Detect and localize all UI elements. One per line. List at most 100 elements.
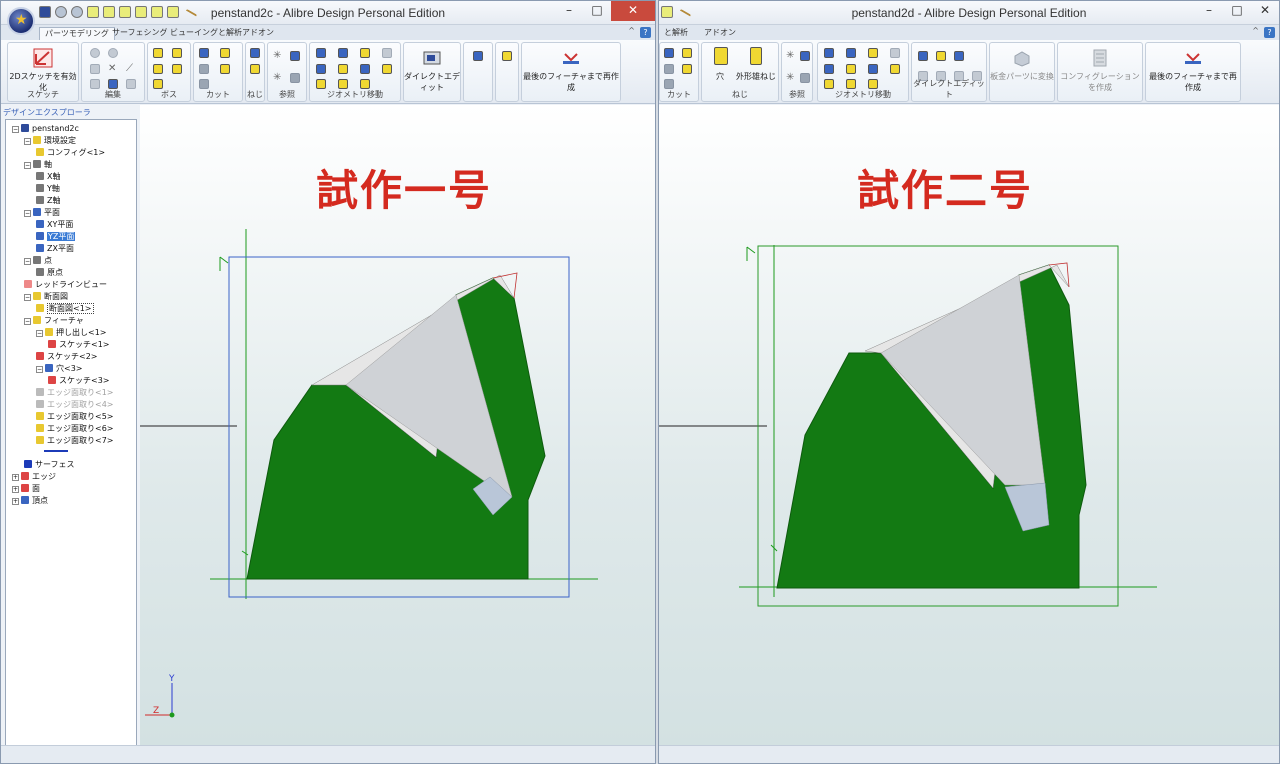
tree-item[interactable]: − 点 bbox=[24, 256, 52, 266]
scale-icon[interactable] bbox=[382, 48, 392, 58]
collapse-icon[interactable]: − bbox=[12, 126, 19, 133]
tree-item[interactable]: − 環境設定 bbox=[24, 136, 76, 146]
edit-icon[interactable]: ⟋ bbox=[126, 64, 136, 74]
tab-addon[interactable]: アドオン bbox=[699, 27, 741, 40]
tab-viewing-analysis[interactable]: と解析 bbox=[659, 27, 693, 40]
tree-item[interactable]: レッドラインビュー bbox=[24, 280, 107, 290]
help-icon[interactable]: ? bbox=[640, 27, 651, 38]
feature-icon[interactable] bbox=[473, 51, 483, 61]
collapse-icon[interactable]: − bbox=[24, 294, 31, 301]
plane-icon[interactable] bbox=[290, 51, 300, 61]
pattern-icon[interactable] bbox=[316, 64, 326, 74]
rebuild-icon[interactable] bbox=[1183, 48, 1203, 68]
external-thread-button[interactable]: 外形雄ねじ bbox=[734, 71, 778, 82]
grid-icon[interactable] bbox=[316, 79, 326, 89]
axis-icon[interactable]: ✳ bbox=[273, 73, 283, 83]
app-orb-icon[interactable] bbox=[7, 7, 35, 35]
tree-item[interactable]: − 押し出し<1> bbox=[36, 328, 107, 338]
sketch-icon[interactable] bbox=[33, 48, 53, 68]
split-icon[interactable] bbox=[338, 79, 348, 89]
gear-icon[interactable] bbox=[108, 48, 118, 58]
tree-item[interactable]: − 平面 bbox=[24, 208, 60, 218]
tab-surfacing[interactable]: サーフェシング bbox=[107, 27, 173, 40]
linear-pattern-icon[interactable] bbox=[338, 64, 348, 74]
sweep-cut-icon[interactable] bbox=[199, 64, 209, 74]
tree-item[interactable]: スケッチ<1> bbox=[48, 340, 110, 350]
collapse-icon[interactable]: − bbox=[24, 318, 31, 325]
circular-pattern-icon[interactable] bbox=[360, 64, 370, 74]
loft-cut-icon[interactable] bbox=[220, 64, 230, 74]
expand-icon[interactable]: + bbox=[12, 498, 19, 505]
collapse-icon[interactable]: − bbox=[36, 330, 43, 337]
tree-item[interactable]: − penstand2c bbox=[12, 124, 79, 134]
circular-pattern-icon[interactable] bbox=[868, 64, 878, 74]
collapse-icon[interactable]: − bbox=[24, 138, 31, 145]
tree-item[interactable]: コンフィグ<1> bbox=[36, 148, 105, 158]
ribbon-minimize-icon[interactable]: ^ bbox=[628, 26, 635, 35]
collapse-icon[interactable]: − bbox=[24, 258, 31, 265]
revolve-cut-icon[interactable] bbox=[220, 48, 230, 58]
collapse-icon[interactable]: − bbox=[36, 366, 43, 373]
linear-pattern-icon[interactable] bbox=[846, 64, 856, 74]
maximize-icon[interactable]: □ bbox=[1223, 1, 1251, 21]
scale-icon[interactable] bbox=[890, 48, 900, 58]
csys-icon[interactable] bbox=[800, 73, 810, 83]
close-icon[interactable]: ✕ bbox=[611, 1, 655, 21]
offset-face-icon[interactable] bbox=[936, 51, 946, 61]
tree-item[interactable]: − 断面図 bbox=[24, 292, 68, 302]
expand-icon[interactable]: + bbox=[12, 486, 19, 493]
close-icon[interactable]: ✕ bbox=[1251, 1, 1279, 21]
tree-item[interactable]: エッジ面取り<6> bbox=[36, 424, 114, 434]
rebuild-to-last-feature-button[interactable]: 最後のフィーチャまで再作成 bbox=[522, 71, 620, 93]
tree-item[interactable]: + エッジ bbox=[12, 472, 56, 482]
thread-icon[interactable] bbox=[750, 47, 762, 65]
tree-item[interactable]: YZ平面 bbox=[36, 232, 76, 242]
move-face-icon[interactable] bbox=[918, 51, 928, 61]
list-icon[interactable] bbox=[126, 79, 136, 89]
csys-icon[interactable] bbox=[290, 73, 300, 83]
maximize-icon[interactable]: □ bbox=[583, 1, 611, 21]
tree-item[interactable]: + 頂点 bbox=[12, 496, 48, 506]
shell-icon[interactable] bbox=[199, 79, 209, 89]
create-configuration-button[interactable]: コンフィグレーションを作成 bbox=[1058, 71, 1142, 93]
minimize-icon[interactable]: – bbox=[1195, 1, 1223, 21]
extrude-boss-icon[interactable] bbox=[153, 48, 163, 58]
axis-icon[interactable]: ✳ bbox=[786, 73, 796, 83]
draft-icon[interactable] bbox=[890, 64, 900, 74]
expand-icon[interactable]: + bbox=[12, 474, 19, 481]
thicken-icon[interactable] bbox=[153, 79, 163, 89]
tree-item[interactable]: − 軸 bbox=[24, 160, 52, 170]
hole-icon[interactable] bbox=[250, 48, 260, 58]
grid-icon[interactable] bbox=[824, 79, 834, 89]
thread-icon[interactable] bbox=[250, 64, 260, 74]
mirror-icon[interactable] bbox=[868, 48, 878, 58]
plane-icon[interactable] bbox=[800, 51, 810, 61]
delete-face-icon[interactable] bbox=[954, 51, 964, 61]
rotate-icon[interactable] bbox=[338, 48, 348, 58]
tree-item[interactable]: エッジ面取り<4> bbox=[36, 400, 114, 410]
direct-edit-button[interactable]: ダイレクトエディット bbox=[404, 71, 460, 93]
draft-icon[interactable] bbox=[382, 64, 392, 74]
combine-icon[interactable] bbox=[360, 79, 370, 89]
tree-item[interactable]: ZX平面 bbox=[36, 244, 74, 254]
ribbon-minimize-icon[interactable]: ^ bbox=[1252, 26, 1259, 35]
pattern-icon[interactable] bbox=[824, 64, 834, 74]
help-icon[interactable]: ? bbox=[1264, 27, 1275, 38]
left-3d-viewport[interactable]: 試作一号 Y Z bbox=[140, 105, 655, 745]
tree-item[interactable]: XY平面 bbox=[36, 220, 73, 230]
gear-icon[interactable] bbox=[90, 48, 100, 58]
copy-icon[interactable] bbox=[90, 64, 100, 74]
tree-item[interactable]: スケッチ<2> bbox=[36, 352, 98, 362]
tree-item[interactable]: 断面図<1> bbox=[36, 303, 94, 314]
mirror-icon[interactable] bbox=[360, 48, 370, 58]
tree-item[interactable]: + 面 bbox=[12, 484, 40, 494]
rotate-icon[interactable] bbox=[846, 48, 856, 58]
collapse-icon[interactable]: − bbox=[24, 210, 31, 217]
move-icon[interactable] bbox=[824, 48, 834, 58]
delete-icon[interactable]: ✕ bbox=[108, 64, 118, 74]
sheetmetal-icon[interactable] bbox=[1012, 48, 1032, 68]
tree-item[interactable]: 原点 bbox=[36, 268, 63, 278]
direct-edit-icon[interactable] bbox=[422, 48, 442, 68]
move-icon[interactable] bbox=[316, 48, 326, 58]
collapse-icon[interactable]: − bbox=[24, 162, 31, 169]
